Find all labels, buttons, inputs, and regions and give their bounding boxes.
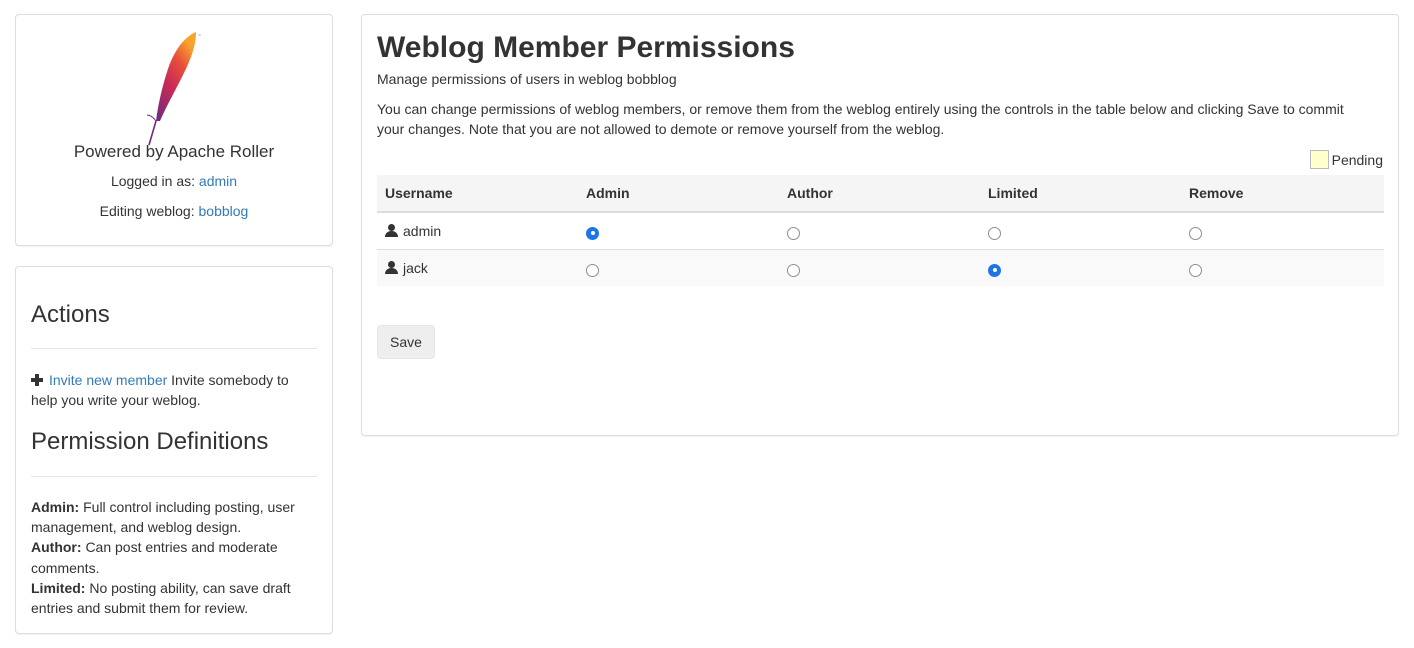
permission-cell <box>980 211 1181 249</box>
save-button[interactable]: Save <box>377 325 435 359</box>
table-header-row: Username Admin Author Limited Remove <box>377 175 1384 213</box>
column-header-author: Author <box>779 175 980 213</box>
apache-feather-logo: ™ <box>146 32 201 146</box>
permission-cell <box>779 248 980 286</box>
user-icon <box>385 260 398 274</box>
radio-author-jack[interactable] <box>787 263 800 277</box>
definition-limited: Limited: No posting ability, can save dr… <box>31 578 317 618</box>
definition-author: Author: Can post entries and moderate co… <box>31 537 317 577</box>
definition-term: Limited: <box>31 579 86 596</box>
pending-legend: Pending <box>1309 150 1383 169</box>
radio-remove-admin[interactable] <box>1189 226 1202 240</box>
radio-author-admin[interactable] <box>787 226 800 240</box>
page-subtitle: Manage permissions of users in weblog bo… <box>377 71 677 87</box>
permission-definitions: Admin: Full control including posting, u… <box>31 497 317 618</box>
pending-label: Pending <box>1331 151 1383 168</box>
powered-by-text: Powered by Apache Roller <box>73 142 275 161</box>
radio-limited-jack[interactable] <box>988 263 1001 277</box>
permission-cell <box>980 248 1181 286</box>
plus-icon <box>31 374 43 386</box>
column-header-admin: Admin <box>578 175 779 213</box>
username-text: jack <box>403 259 428 276</box>
column-header-remove: Remove <box>1181 175 1384 213</box>
radio-admin-admin[interactable] <box>586 226 599 240</box>
logged-in-label: Logged in as: <box>110 173 196 189</box>
divider <box>31 348 317 349</box>
radio-remove-jack[interactable] <box>1189 263 1202 277</box>
invite-member-link[interactable]: Invite new member <box>49 372 167 388</box>
username-cell: admin <box>377 211 578 249</box>
editing-weblog-line: Editing weblog: bobblog <box>16 203 332 219</box>
radio-admin-jack[interactable] <box>586 263 599 277</box>
pending-swatch <box>1309 150 1329 169</box>
definition-term: Admin: <box>31 499 80 515</box>
permission-cell <box>578 211 779 249</box>
permission-definitions-heading: Permission Definitions <box>31 428 269 455</box>
column-header-username: Username <box>377 175 578 213</box>
invite-block: Invite new member Invite somebody to hel… <box>31 370 317 410</box>
page-title: Weblog Member Permissions <box>377 31 795 64</box>
main-panel: Weblog Member Permissions Manage permiss… <box>361 14 1399 436</box>
divider <box>31 476 317 477</box>
definition-term: Author: <box>31 539 82 556</box>
editing-weblog-label: Editing weblog: <box>99 203 195 219</box>
username-text: admin <box>403 222 442 239</box>
user-icon <box>385 223 398 237</box>
actions-panel: Actions Invite new member Invite somebod… <box>15 266 333 634</box>
page-description: You can change permissions of weblog mem… <box>377 101 1344 137</box>
logged-in-line: Logged in as: admin <box>16 173 332 189</box>
roller-info-panel: ™ Powered by Apache Roller Logged in as:… <box>15 14 333 246</box>
table-row: admin <box>377 211 1384 249</box>
username-cell: jack <box>377 248 578 286</box>
editing-weblog-link[interactable]: bobblog <box>199 203 249 219</box>
table-row: jack <box>377 248 1384 286</box>
radio-limited-admin[interactable] <box>988 226 1001 240</box>
logged-in-user-link[interactable]: admin <box>199 173 237 189</box>
permissions-table: Username Admin Author Limited Remove adm… <box>377 175 1384 286</box>
svg-text:™: ™ <box>197 33 201 38</box>
definition-admin: Admin: Full control including posting, u… <box>31 497 317 537</box>
permission-cell <box>578 248 779 286</box>
permission-cell <box>779 211 980 249</box>
permission-cell <box>1181 211 1384 249</box>
permission-cell <box>1181 248 1384 286</box>
actions-heading: Actions <box>31 301 110 328</box>
column-header-limited: Limited <box>980 175 1181 213</box>
